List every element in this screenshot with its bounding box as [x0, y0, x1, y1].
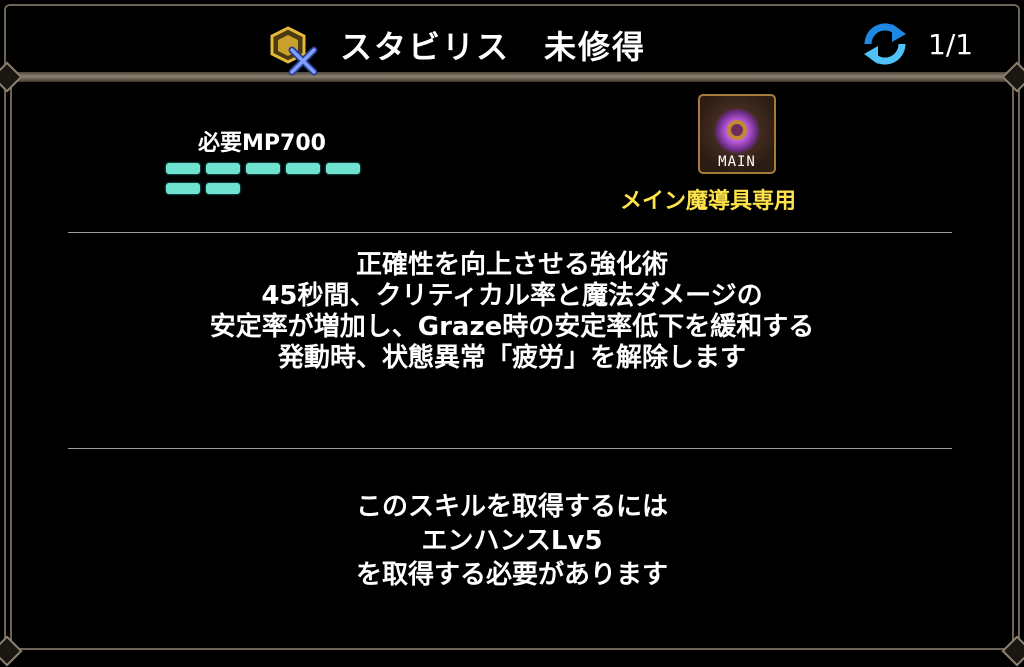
mp-gauge-segment — [246, 163, 280, 174]
mp-gauge — [166, 160, 366, 200]
mp-gauge-segment — [286, 163, 320, 174]
section-divider — [68, 448, 952, 449]
section-divider — [68, 232, 952, 233]
skill-stabilis-icon — [270, 26, 318, 76]
refresh-icon[interactable] — [862, 22, 908, 66]
mp-gauge-segment — [326, 163, 360, 174]
main-badge: MAIN — [718, 154, 756, 170]
page-indicator: 1/1 — [928, 28, 974, 61]
header-bar: スタビリス 未修得 1/1 — [0, 14, 1024, 76]
description-line: 正確性を向上させる強化術 — [355, 250, 668, 280]
description-line: 安定率が増加し、Graze時の安定率低下を緩和する — [209, 312, 815, 342]
acquisition-requirement: このスキルを取得するには エンハンスLv5 を取得する必要があります — [80, 490, 944, 592]
mp-cost-label: 必要MP700 — [198, 131, 326, 156]
mp-gauge-segment — [166, 163, 200, 174]
ring-core — [727, 120, 747, 140]
mp-gauge-segment — [206, 163, 240, 174]
skill-title: スタビリス 未修得 — [340, 28, 647, 66]
skill-description: 正確性を向上させる強化術 45秒間、クリティカル率と魔法ダメージの 安定率が増加… — [80, 250, 944, 374]
requirement-line: このスキルを取得するには — [355, 492, 668, 522]
main-tool-only-caption: メイン魔導具専用 — [620, 189, 797, 214]
mp-gauge-segment — [206, 183, 240, 194]
mp-gauge-segment — [166, 183, 200, 194]
main-magic-tool-ring-icon: MAIN — [698, 94, 776, 174]
description-line: 発動時、状態異常「疲労」を解除します — [277, 343, 746, 373]
requirement-line: エンハンスLv5 — [421, 526, 603, 556]
requirement-line: を取得する必要があります — [355, 560, 668, 590]
description-line: 45秒間、クリティカル率と魔法ダメージの — [261, 281, 763, 311]
